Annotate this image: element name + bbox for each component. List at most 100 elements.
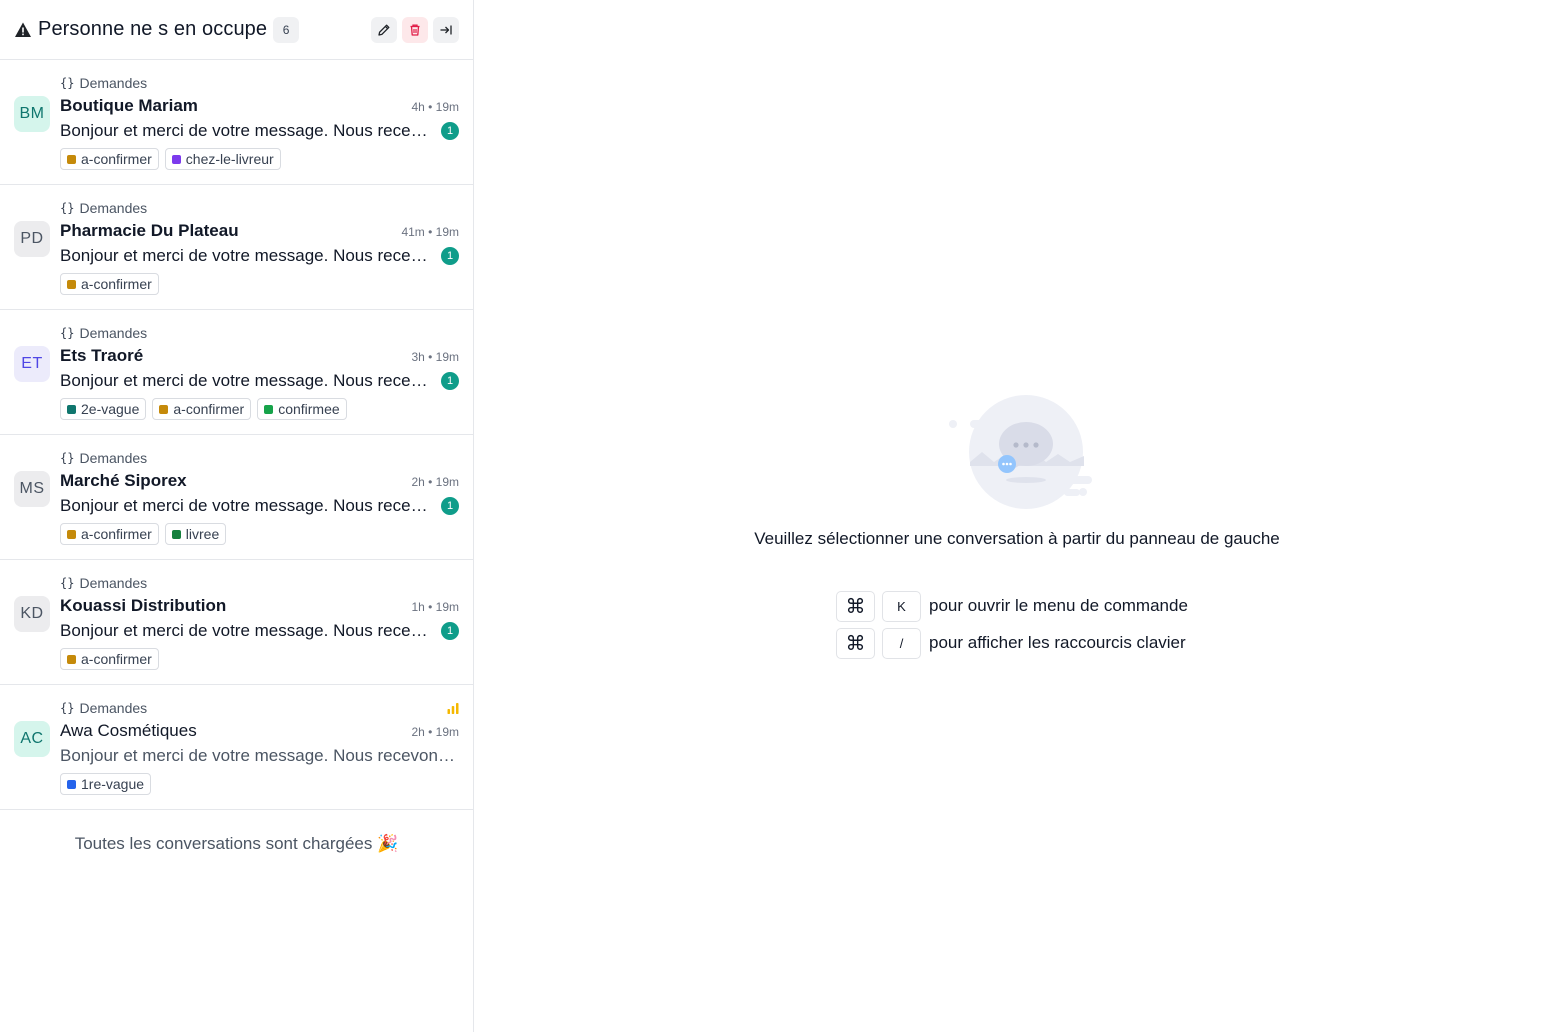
contact-name: Kouassi Distribution [60,596,227,615]
label-text: 1re-vague [81,776,145,792]
empty-inbox-illustration-icon [949,395,1092,509]
message-preview: Bonjour et merci de votre message. Nous … [60,496,431,515]
inbox-name: Demandes [79,700,148,716]
signal-bars-icon [447,702,459,714]
key-cmd: ⌘ [836,627,875,659]
inbox-name: Demandes [79,75,148,91]
label-list: 2e-vague a-confirmer confirmee [60,398,459,420]
conversation-label[interactable]: 1re-vague [60,773,152,795]
message-preview: Bonjour et merci de votre message. Nous … [60,246,431,265]
edit-icon [378,24,390,36]
label-list: a-confirmer chez-le-livreur [60,148,459,170]
message-row: Bonjour et merci de votre message. Nous … [60,495,459,517]
message-row: Bonjour et merci de votre message. Nous … [60,620,459,642]
conversation-label[interactable]: a-confirmer [60,273,159,295]
conversation-list: BM {} Demandes Boutique Mariam 4h • 19m … [0,60,473,810]
conversation-label[interactable]: a-confirmer [60,648,159,670]
empty-state-area: Veuillez sélectionner une conversation à… [474,0,1560,1032]
conversation-label[interactable]: confirmee [257,398,347,420]
name-row: Awa Cosmétiques 2h • 19m [60,721,459,741]
label-color-dot [67,654,76,664]
conversation-item[interactable]: MS {} Demandes Marché Siporex 2h • 19m B… [0,435,473,560]
arrow-right-to-line-icon [440,25,452,34]
key-k: K [882,590,921,622]
inbox-row: {} Demandes [60,574,459,592]
label-text: chez-le-livreur [185,151,274,167]
conversation-label[interactable]: a-confirmer [60,148,159,170]
panel-header: Personne ne s en occupe 6 [0,0,473,60]
label-color-dot [264,404,274,414]
name-row: Ets Traoré 3h • 19m [60,346,459,366]
conversation-item[interactable]: KD {} Demandes Kouassi Distribution 1h •… [0,560,473,685]
label-list: 1re-vague [60,773,459,795]
conversation-label[interactable]: livree [164,523,227,545]
name-row: Marché Siporex 2h • 19m [60,471,459,491]
conversation-item[interactable]: PD {} Demandes Pharmacie Du Plateau 41m … [0,185,473,310]
inbox-row: {} Demandes [60,699,459,717]
label-color-dot [159,404,169,414]
label-color-dot [67,154,76,164]
shortcut-keyboard-shortcuts: ⌘ / pour afficher les raccourcis clavier [836,627,1186,659]
app-root: Personne ne s en occupe 6 BM {} Demandes [0,0,1560,1032]
label-text: 2e-vague [81,401,140,417]
unread-count-badge: 1 [441,497,459,515]
conversation-label[interactable]: a-confirmer [152,398,252,420]
conversation-time: 1h • 19m [411,600,459,614]
message-row: Bonjour et merci de votre message. Nous … [60,120,459,142]
message-preview: Bonjour et merci de votre message. Nous … [60,621,431,640]
unread-count-badge: 1 [441,122,459,140]
key-slash: / [882,627,921,659]
conversation-label[interactable]: 2e-vague [60,398,147,420]
shortcut-description: pour ouvrir le menu de commande [929,596,1188,615]
conversation-item[interactable]: ET {} Demandes Ets Traoré 3h • 19m Bonjo… [0,310,473,435]
contact-name: Awa Cosmétiques [60,721,197,740]
inbox-name: Demandes [79,450,148,466]
avatar: BM [14,96,50,132]
conversation-time: 41m • 19m [401,225,459,239]
conversation-body: {} Demandes Boutique Mariam 4h • 19m Bon… [60,74,459,184]
trash-icon [410,24,420,36]
unread-count-badge: 1 [441,372,459,390]
shortcut-description: pour afficher les raccourcis clavier [929,633,1186,652]
braces-icon: {} [60,576,75,590]
contact-name: Pharmacie Du Plateau [60,221,239,240]
message-preview: Bonjour et merci de votre message. Nous … [60,746,459,765]
avatar: ET [14,346,50,382]
conversation-time: 2h • 19m [411,725,459,739]
conversation-body: {} Demandes Pharmacie Du Plateau 41m • 1… [60,199,459,309]
conversation-item[interactable]: AC {} Demandes Awa Cosmétiques 2h • 19m … [0,685,473,810]
label-color-dot [171,529,181,539]
label-color-dot [171,154,181,164]
conversation-label[interactable]: a-confirmer [60,523,159,545]
name-row: Boutique Mariam 4h • 19m [60,96,459,116]
avatar: PD [14,221,50,257]
page-title: Personne ne s en occupe [38,18,268,40]
conversation-label[interactable]: chez-le-livreur [164,148,281,170]
braces-icon: {} [60,76,75,90]
inbox-row: {} Demandes [60,74,459,92]
label-list: a-confirmer [60,273,459,295]
inbox-name: Demandes [79,575,148,591]
delete-button[interactable] [402,16,428,43]
conversation-body: {} Demandes Marché Siporex 2h • 19m Bonj… [60,449,459,559]
collapse-panel-button[interactable] [433,16,459,43]
label-list: a-confirmer [60,648,459,670]
conversation-time: 3h • 19m [411,350,459,364]
conversation-count-badge: 6 [273,16,300,43]
edit-button[interactable] [371,16,397,43]
select-conversation-message: Veuillez sélectionner une conversation à… [754,529,1280,548]
conversation-panel: Personne ne s en occupe 6 BM {} Demandes [0,0,474,1032]
message-row: Bonjour et merci de votre message. Nous … [60,370,459,392]
key-cmd: ⌘ [836,590,875,622]
avatar: KD [14,596,50,632]
braces-icon: {} [60,201,75,215]
label-text: a-confirmer [81,151,152,167]
braces-icon: {} [60,451,75,465]
conversation-body: {} Demandes Kouassi Distribution 1h • 19… [60,574,459,684]
inbox-name: Demandes [79,325,148,341]
braces-icon: {} [60,701,75,715]
name-row: Kouassi Distribution 1h • 19m [60,596,459,616]
inbox-name: Demandes [79,200,148,216]
conversation-item[interactable]: BM {} Demandes Boutique Mariam 4h • 19m … [0,60,473,185]
contact-name: Boutique Mariam [60,96,198,115]
